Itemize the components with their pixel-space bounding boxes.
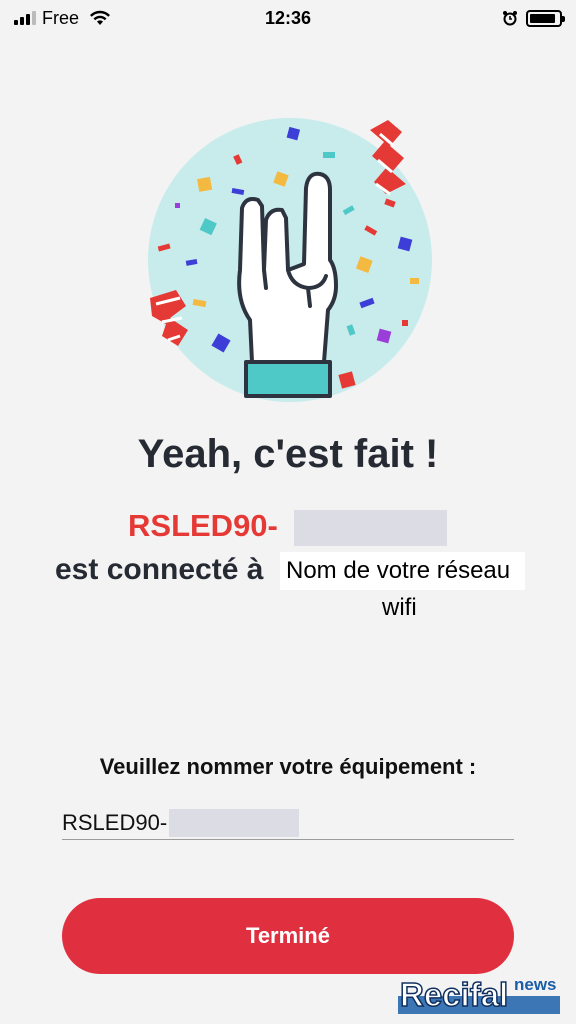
- recifal-news-logo: Recifal news: [398, 975, 560, 1014]
- name-prompt: Veuillez nommer votre équipement :: [99, 754, 477, 779]
- device-name: RSLED90-: [128, 508, 278, 543]
- redacted-input-suffix: [169, 808, 300, 837]
- streamer-right: [370, 120, 406, 196]
- wifi-icon: [90, 10, 111, 25]
- done-button[interactable]: Terminé: [62, 898, 514, 974]
- svg-text:Recifal: Recifal: [400, 976, 508, 1013]
- carrier-label: Free: [42, 7, 80, 28]
- status-bar: Free 12:36: [0, 0, 576, 36]
- redacted-device-suffix: [294, 510, 447, 546]
- alarm-icon: [503, 11, 517, 26]
- signal-icon: [14, 11, 36, 25]
- svg-text:news: news: [514, 975, 557, 994]
- status-right: [502, 9, 565, 27]
- status-left: Free: [14, 8, 111, 29]
- rock-hand-confetti-icon: [148, 118, 432, 402]
- battery-fill: [530, 13, 556, 23]
- network-name-placeholder-line2: wifi: [382, 594, 417, 621]
- device-name-input[interactable]: RSLED90-: [62, 806, 514, 840]
- page-title: Yeah, c'est fait !: [137, 432, 439, 476]
- battery-icon: [526, 9, 565, 27]
- connected-label: est connecté à: [55, 553, 264, 586]
- device-name-input-value: RSLED90-: [62, 809, 168, 835]
- network-name-placeholder: Nom de votre réseau: [280, 552, 525, 590]
